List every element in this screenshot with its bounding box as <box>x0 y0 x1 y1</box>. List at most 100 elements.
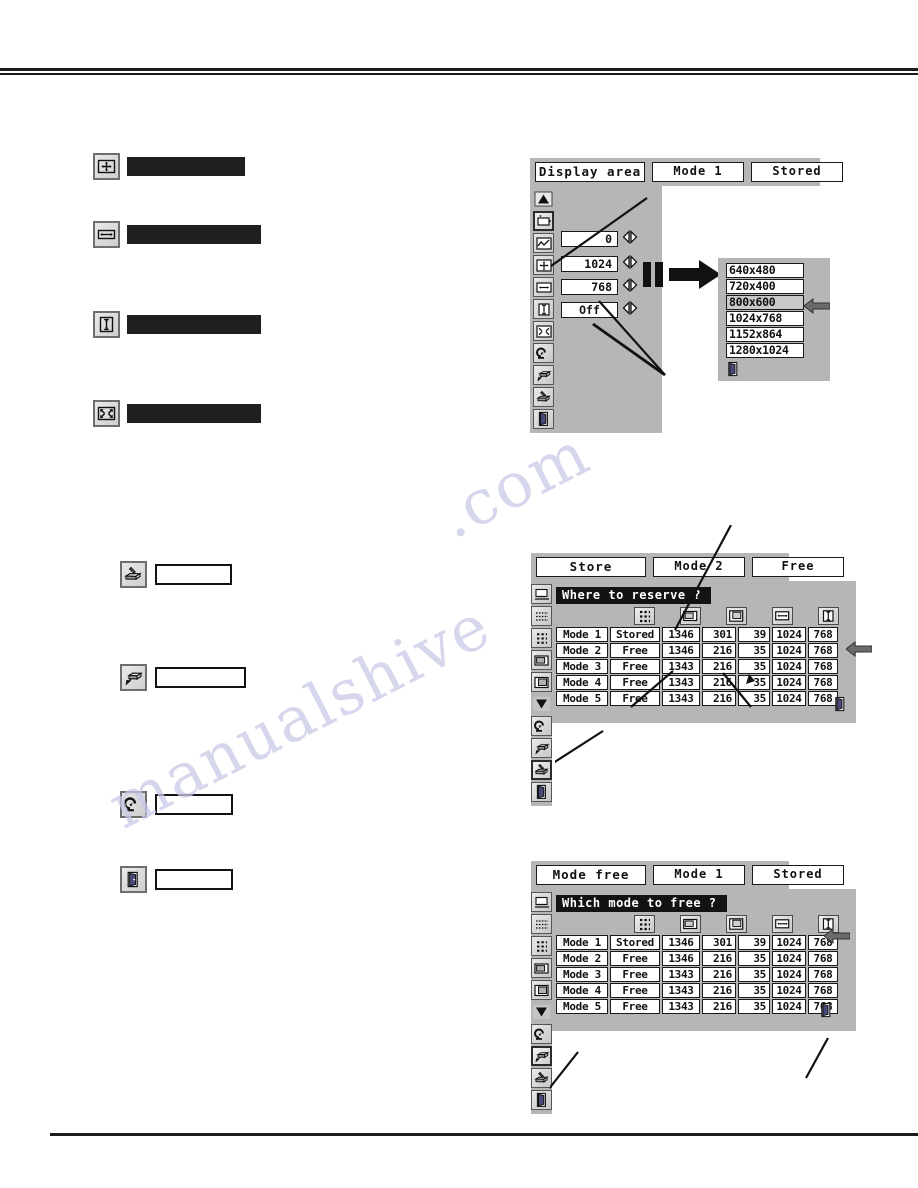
left-right-arrow-icon[interactable] <box>622 229 638 248</box>
horizontal-display-value[interactable]: 1024 <box>561 255 618 272</box>
resolution-item-selected[interactable]: 800x600 <box>726 295 804 310</box>
reset-icon[interactable] <box>531 1024 552 1045</box>
mode-free-icon[interactable] <box>533 365 554 386</box>
store-osd-window: Store Mode 2 Free Where to reserve ? Mod… <box>531 553 856 807</box>
store-mode-label[interactable]: Mode 2 <box>653 557 745 577</box>
cell-fine-sync: 1343 <box>662 691 700 707</box>
cell-vertical-size: 768 <box>808 659 838 675</box>
cell-total-dots: 216 <box>702 999 736 1015</box>
fine-sync-icon[interactable] <box>533 233 554 254</box>
table-row[interactable]: Mode 5 Free 1343 216 35 1024 768 <box>556 999 852 1015</box>
resolution-item[interactable]: 1024x768 <box>726 311 804 326</box>
store-icon[interactable] <box>533 387 554 408</box>
annotation-full-screen <box>93 400 261 427</box>
horizontal-icon[interactable] <box>533 277 554 298</box>
quit-icon[interactable] <box>833 696 848 713</box>
cell-state: Stored <box>610 935 660 951</box>
horizontal-position-icon[interactable] <box>531 958 552 979</box>
cell-fine-sync: 1346 <box>662 935 700 951</box>
reset-icon[interactable] <box>531 716 552 737</box>
vertical-position-icon[interactable] <box>531 672 552 693</box>
left-right-arrow-icon[interactable] <box>622 254 638 273</box>
total-dots-icon[interactable] <box>533 255 554 276</box>
cell-horizontal-position: 35 <box>738 967 770 983</box>
mode-free-title[interactable]: Mode free <box>536 865 646 886</box>
table-row[interactable]: Mode 2 Free 1346 216 35 1024 768 <box>556 643 852 659</box>
annotation-horizontal-size <box>93 221 261 248</box>
total-dots-value[interactable]: 0 <box>561 230 618 247</box>
total-dots-icon[interactable] <box>531 936 552 957</box>
quit-icon[interactable] <box>531 1090 552 1111</box>
selection-pointer-icon <box>804 298 830 314</box>
mode-free-mode-label[interactable]: Mode 1 <box>653 865 745 885</box>
pc-system-icon[interactable] <box>531 892 552 913</box>
cell-horizontal-size: 1024 <box>772 935 806 951</box>
field-row-full-screen: Off <box>557 301 662 318</box>
store-title[interactable]: Store <box>536 557 646 578</box>
quit-icon[interactable] <box>819 1002 834 1019</box>
table-row[interactable]: Mode 1 Stored 1346 301 39 1024 768 <box>556 627 852 643</box>
display-area-mode-label[interactable]: Mode 1 <box>652 162 744 182</box>
resolution-item[interactable]: 640x480 <box>726 263 804 278</box>
pc-system-icon[interactable] <box>531 584 552 605</box>
scroll-up-icon[interactable] <box>533 189 554 209</box>
store-icon <box>120 561 147 588</box>
display-area-icon-rail <box>530 186 557 434</box>
display-area-icon[interactable] <box>533 321 554 342</box>
resolution-list-panel: 640x480 720x400 800x600 1024x768 1152x86… <box>718 258 830 381</box>
horizontal-position-icon <box>726 607 747 626</box>
mode-free-question: Which mode to free ? <box>556 895 727 913</box>
vertical-position-icon[interactable] <box>531 980 552 1001</box>
scroll-down-icon[interactable] <box>531 1002 552 1022</box>
resolution-item[interactable]: 720x400 <box>726 279 804 294</box>
table-row[interactable]: Mode 5 Free 1343 216 35 1024 768 <box>556 691 852 707</box>
resolution-item[interactable]: 1280x1024 <box>726 343 804 358</box>
horizontal-size-icon <box>772 915 793 934</box>
display-area-titlebar: Display area Mode 1 Stored <box>530 158 843 187</box>
mode-free-icon[interactable] <box>531 738 552 759</box>
cell-mode: Mode 3 <box>556 659 608 675</box>
resolution-item[interactable]: 1152x864 <box>726 327 804 342</box>
quit-icon[interactable] <box>533 409 554 430</box>
left-right-arrow-icon[interactable] <box>622 300 638 319</box>
cell-total-dots: 216 <box>702 983 736 999</box>
mode-free-status-label[interactable]: Stored <box>752 865 844 885</box>
cell-state: Free <box>610 675 660 691</box>
table-row[interactable]: Mode 1 Stored 1346 301 39 1024 768 <box>556 935 852 951</box>
cell-fine-sync: 1343 <box>662 999 700 1015</box>
horizontal-position-icon[interactable] <box>531 650 552 671</box>
fine-sync-icon <box>634 607 655 626</box>
vertical-display-value[interactable]: 768 <box>561 278 618 295</box>
table-row[interactable]: Mode 4 Free 1343 216 35 1024 768 <box>556 675 852 691</box>
store-status-label[interactable]: Free <box>752 557 844 577</box>
left-right-arrow-icon[interactable] <box>622 277 638 296</box>
store-icon[interactable] <box>531 1068 552 1089</box>
cell-horizontal-position: 35 <box>738 659 770 675</box>
annotation-label-box <box>155 869 233 890</box>
display-area-title[interactable]: Display area <box>535 162 645 183</box>
full-screen-value[interactable]: Off <box>561 301 618 318</box>
display-area-status-label[interactable]: Stored <box>751 162 843 182</box>
cell-horizontal-size: 1024 <box>772 643 806 659</box>
pc-adjust-icon[interactable] <box>533 211 554 232</box>
scroll-down-icon[interactable] <box>531 694 552 714</box>
table-row[interactable]: Mode 4 Free 1343 216 35 1024 768 <box>556 983 852 999</box>
table-row[interactable]: Mode 3 Free 1343 216 35 1024 768 <box>556 967 852 983</box>
selection-pointer-icon <box>824 928 850 944</box>
quit-icon[interactable] <box>531 782 552 803</box>
mode-free-icon[interactable] <box>531 1046 552 1067</box>
cell-horizontal-size: 1024 <box>772 691 806 707</box>
cell-horizontal-size: 1024 <box>772 999 806 1015</box>
fine-sync-icon[interactable] <box>531 914 552 935</box>
store-icon[interactable] <box>531 760 552 781</box>
reset-icon[interactable] <box>533 343 554 364</box>
cell-horizontal-position: 35 <box>738 999 770 1015</box>
fine-sync-icon[interactable] <box>531 606 552 627</box>
vertical-icon[interactable] <box>533 299 554 320</box>
cell-horizontal-position: 35 <box>738 691 770 707</box>
mode-free-column-icons <box>556 915 852 934</box>
quit-icon[interactable] <box>726 361 741 378</box>
table-row[interactable]: Mode 3 Free 1343 216 35 1024 768 <box>556 659 852 675</box>
total-dots-icon[interactable] <box>531 628 552 649</box>
table-row[interactable]: Mode 2 Free 1346 216 35 1024 768 <box>556 951 852 967</box>
